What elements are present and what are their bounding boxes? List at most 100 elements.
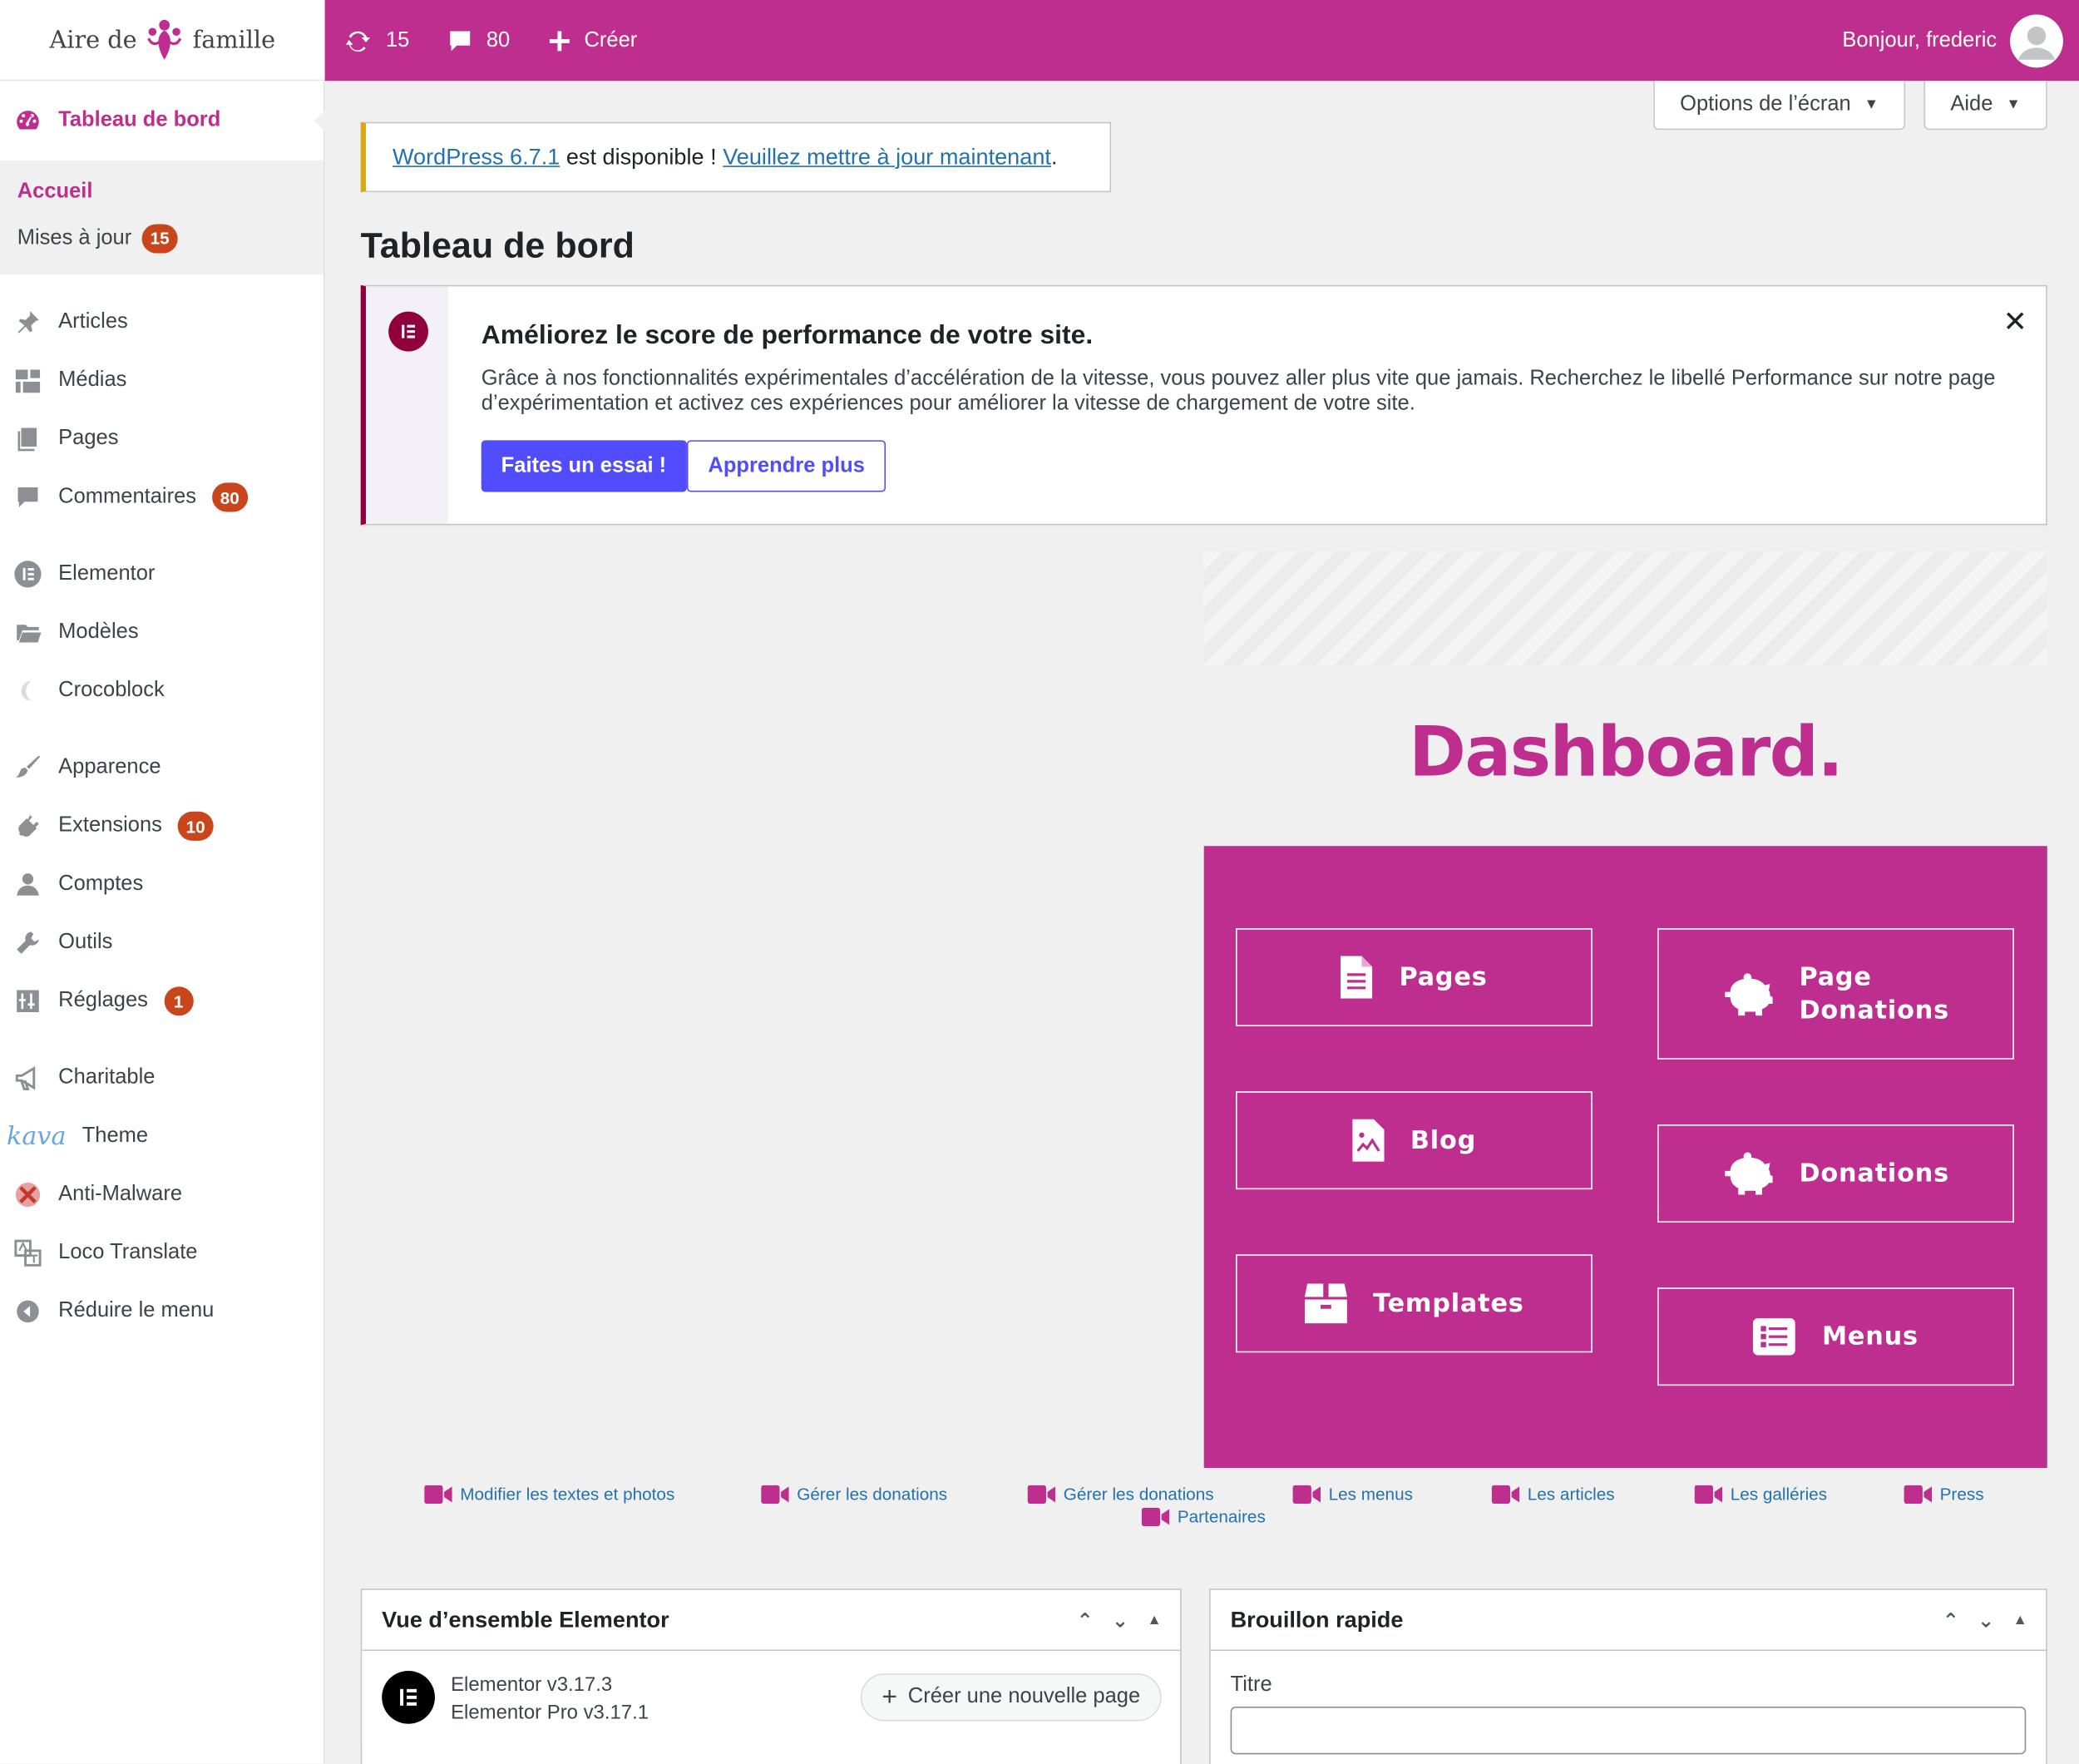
sidebar-item-label: Elementor bbox=[58, 562, 156, 586]
sidebar-item-label: Apparence bbox=[58, 755, 161, 778]
chevron-down-icon[interactable]: ⌄ bbox=[1112, 1608, 1128, 1633]
refresh-icon bbox=[345, 30, 371, 52]
wordpress-version-link[interactable]: WordPress 6.7.1 bbox=[393, 144, 560, 170]
try-it-button[interactable]: Faites un essai ! bbox=[481, 440, 687, 492]
sidebar-item-tools[interactable]: Outils bbox=[0, 914, 323, 972]
video-link-edit-texts[interactable]: Modifier les textes et photos bbox=[424, 1484, 674, 1504]
toggle-panel-icon[interactable]: ▲ bbox=[2012, 1613, 2027, 1628]
document-icon bbox=[1341, 956, 1373, 999]
sidebar-item-articles[interactable]: Articles bbox=[0, 293, 323, 351]
sidebar-item-settings[interactable]: Réglages 1 bbox=[0, 972, 323, 1030]
video-link-label: Les menus bbox=[1328, 1484, 1413, 1505]
shortcut-label: Donations bbox=[1799, 1159, 1949, 1188]
settings-icon bbox=[13, 986, 42, 1015]
close-icon[interactable]: ✕ bbox=[2002, 305, 2027, 339]
update-notice: WordPress 6.7.1 est disponible ! Veuille… bbox=[360, 121, 1112, 193]
sidebar-item-dashboard[interactable]: Tableau de bord bbox=[0, 81, 325, 161]
sidebar-item-collapse[interactable]: Réduire le menu bbox=[0, 1282, 323, 1341]
new-content-button[interactable]: Créer bbox=[547, 28, 637, 52]
settings-badge: 1 bbox=[164, 986, 194, 1016]
sidebar-item-label: Réduire le menu bbox=[58, 1299, 215, 1322]
media-icon bbox=[13, 366, 42, 395]
video-link-galleries[interactable]: Les galléries bbox=[1694, 1484, 1827, 1504]
screen-options-button[interactable]: Options de l’écran ▼ bbox=[1653, 81, 1905, 131]
site-logo[interactable]: Aire de famille bbox=[0, 0, 325, 82]
elementor-version: Elementor v3.17.3 bbox=[451, 1673, 613, 1697]
learn-more-button[interactable]: Apprendre plus bbox=[686, 440, 886, 492]
shortcut-pages-button[interactable]: Pages bbox=[1235, 928, 1593, 1027]
sidebar-item-comments[interactable]: Commentaires 80 bbox=[0, 468, 323, 526]
updates-badge: 15 bbox=[141, 223, 178, 253]
draft-title-label: Titre bbox=[1230, 1673, 1272, 1697]
shortcut-page-donations-button[interactable]: Page Donations bbox=[1657, 928, 2014, 1060]
video-camera-icon bbox=[1027, 1484, 1056, 1504]
folder-icon bbox=[13, 618, 42, 647]
sidebar-item-loco-translate[interactable]: Loco Translate bbox=[0, 1224, 323, 1282]
sidebar-item-label: Réglages bbox=[58, 989, 148, 1012]
submenu-updates[interactable]: Mises à jour 15 bbox=[0, 215, 323, 261]
sidebar-item-label: Crocoblock bbox=[58, 679, 165, 702]
draft-title-input[interactable] bbox=[1230, 1706, 2027, 1755]
sidebar-item-label: Articles bbox=[58, 310, 128, 334]
account-menu[interactable]: Bonjour, frederic bbox=[1842, 0, 2063, 81]
shortcut-templates-button[interactable]: Templates bbox=[1235, 1254, 1593, 1353]
sidebar-item-anti-malware[interactable]: Anti-Malware bbox=[0, 1165, 323, 1223]
video-link-menus[interactable]: Les menus bbox=[1292, 1484, 1413, 1505]
sidebar-item-accounts[interactable]: Comptes bbox=[0, 855, 323, 913]
translate-icon bbox=[13, 1238, 42, 1267]
updates-button[interactable]: 15 bbox=[343, 26, 409, 55]
shortcut-label: Templates bbox=[1373, 1288, 1524, 1318]
logo-text-left: Aire de bbox=[49, 26, 137, 54]
user-icon bbox=[13, 870, 42, 899]
update-now-link[interactable]: Veuillez mettre à jour maintenant bbox=[723, 144, 1051, 170]
video-link-label: Gérer les donations bbox=[797, 1484, 948, 1505]
extensions-badge: 10 bbox=[178, 811, 214, 841]
sidebar-item-label: Theme bbox=[81, 1124, 149, 1148]
create-page-label: Créer une nouvelle page bbox=[907, 1685, 1141, 1708]
sidebar-item-extensions[interactable]: Extensions 10 bbox=[0, 797, 323, 855]
dashboard-heading: Dashboard. bbox=[1409, 713, 1844, 793]
pages-icon bbox=[13, 424, 42, 453]
crocoblock-icon bbox=[13, 676, 42, 705]
video-link-label: Press bbox=[1939, 1484, 1984, 1505]
video-link-press[interactable]: Press bbox=[1904, 1484, 1984, 1504]
help-button[interactable]: Aide ▼ bbox=[1923, 81, 2047, 131]
shortcut-menus-button[interactable]: Menus bbox=[1657, 1287, 2014, 1386]
submenu-home[interactable]: Accueil bbox=[0, 168, 323, 215]
sidebar-item-label: Extensions bbox=[58, 813, 162, 838]
sidebar-item-templates[interactable]: Modèles bbox=[0, 603, 323, 661]
shortcut-blog-button[interactable]: Blog bbox=[1235, 1091, 1593, 1190]
admin-bar: 15 80 Créer Bonjour, frederic bbox=[324, 0, 2079, 82]
sidebar-item-medias[interactable]: Médias bbox=[0, 352, 323, 410]
sidebar-item-appearance[interactable]: Apparence bbox=[0, 739, 323, 797]
shield-icon bbox=[13, 1180, 42, 1209]
video-link-articles[interactable]: Les articles bbox=[1491, 1484, 1615, 1504]
sidebar-item-elementor[interactable]: Elementor bbox=[0, 545, 323, 603]
caret-down-icon: ▼ bbox=[1864, 96, 1879, 113]
chevron-up-icon[interactable]: ⌃ bbox=[1943, 1608, 1959, 1633]
box-icon bbox=[1304, 1283, 1347, 1324]
video-camera-icon bbox=[1141, 1507, 1170, 1526]
comments-badge: 80 bbox=[212, 482, 248, 512]
sidebar-item-charitable[interactable]: Charitable bbox=[0, 1049, 323, 1107]
video-link-partners[interactable]: Partenaires bbox=[1141, 1506, 1266, 1526]
video-link-manage-donations[interactable]: Gérer les donations bbox=[761, 1484, 947, 1504]
sidebar-item-crocoblock[interactable]: Crocoblock bbox=[0, 662, 323, 720]
piggy-bank-icon bbox=[1725, 1152, 1773, 1195]
chevron-up-icon[interactable]: ⌃ bbox=[1077, 1608, 1094, 1633]
shortcut-donations-button[interactable]: Donations bbox=[1657, 1124, 2014, 1223]
sidebar-item-label: Tableau de bord bbox=[58, 108, 221, 131]
toggle-panel-icon[interactable]: ▲ bbox=[1147, 1613, 1161, 1628]
create-new-page-button[interactable]: + Créer une nouvelle page bbox=[860, 1673, 1162, 1722]
shortcut-label-line1: Page bbox=[1799, 961, 1872, 991]
sidebar-item-theme[interactable]: kava Theme bbox=[0, 1107, 323, 1165]
widget-title: Brouillon rapide bbox=[1230, 1606, 1404, 1632]
quick-draft-widget: Brouillon rapide ⌃ ⌄ ▲ Titre bbox=[1209, 1589, 2047, 1764]
video-link-manage-donations-partners[interactable]: Gérer les donations bbox=[1027, 1484, 1214, 1504]
admin-sidebar: Tableau de bord Accueil Mises à jour 15 … bbox=[0, 81, 325, 1764]
comments-count: 80 bbox=[486, 28, 511, 52]
blog-document-icon bbox=[1351, 1119, 1385, 1162]
chevron-down-icon[interactable]: ⌄ bbox=[1978, 1608, 1994, 1633]
sidebar-item-pages[interactable]: Pages bbox=[0, 410, 323, 468]
comments-button[interactable]: 80 bbox=[447, 27, 510, 54]
